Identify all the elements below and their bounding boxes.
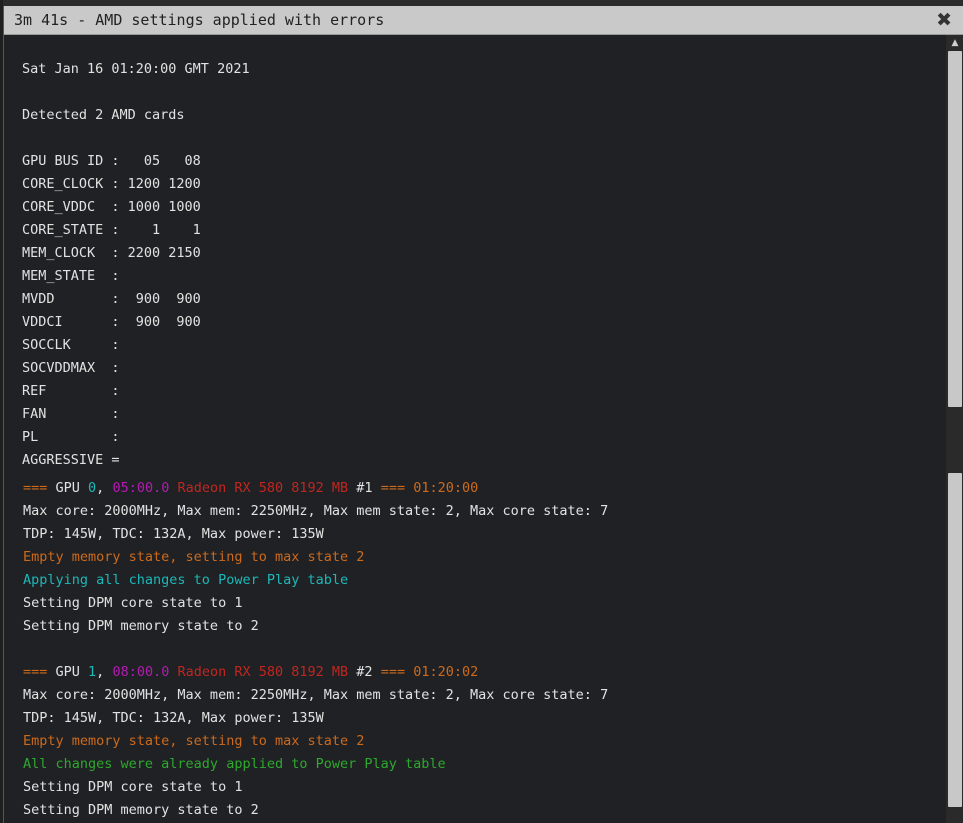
scroll-thumb-lower[interactable]: [948, 473, 962, 807]
gpu-number: #1: [348, 480, 381, 496]
gpu-comma: ,: [96, 480, 113, 496]
gpu-model: Radeon RX 580 8192 MB: [177, 480, 349, 496]
gpu-warning-line: Empty memory state, setting to max state…: [23, 733, 365, 749]
scroll-thumb-upper[interactable]: [948, 51, 962, 407]
log-detected-cards: Detected 2 AMD cards: [22, 107, 185, 123]
gpu-header-prefix: ===: [23, 480, 56, 496]
table-row: CORE_CLOCK : 1200 1200: [22, 176, 201, 192]
log-date: Sat Jan 16 01:20:00 GMT 2021: [22, 61, 250, 77]
gpu-model: Radeon RX 580 8192 MB: [177, 664, 349, 680]
gpu-header-sep: ===: [380, 480, 414, 496]
gpu-mem-state-line: Setting DPM memory state to 2: [23, 802, 259, 818]
table-row: MEM_STATE :: [22, 268, 120, 284]
gpu-word: GPU: [55, 480, 89, 496]
table-row: SOCCLK :: [22, 337, 120, 353]
close-icon[interactable]: ✖: [936, 8, 952, 32]
gpu-number: #2: [348, 664, 381, 680]
scroll-track[interactable]: [946, 51, 963, 823]
table-row: VDDCI : 900 900: [22, 314, 201, 330]
gpu-warning-line: Empty memory state, setting to max state…: [23, 549, 365, 565]
table-row: REF :: [22, 383, 120, 399]
gpu-core-state-line: Setting DPM core state to 1: [23, 595, 243, 611]
table-row: CORE_STATE : 1 1: [22, 222, 201, 238]
gpu-core-state-line: Setting DPM core state to 1: [23, 779, 243, 795]
table-row: GPU BUS ID : 05 08: [22, 153, 201, 169]
table-row: MEM_CLOCK : 2200 2150: [22, 245, 201, 261]
gpu-word: GPU: [55, 664, 89, 680]
gpu-time: 01:20:02: [413, 664, 479, 680]
table-row: MVDD : 900 900: [22, 291, 201, 307]
gpu-index: 1: [88, 664, 97, 680]
gpu-mem-state-line: Setting DPM memory state to 2: [23, 618, 259, 634]
gpu-header: === GPU 0, 05:00.0 Radeon RX 580 8192 MB…: [23, 479, 478, 497]
table-row: CORE_VDDC : 1000 1000: [22, 199, 201, 215]
table-row: SOCVDDMAX :: [22, 360, 120, 376]
gpu-header: === GPU 1, 08:00.0 Radeon RX 580 8192 MB…: [23, 663, 478, 681]
log-dialog: 3m 41s - AMD settings applied with error…: [3, 6, 963, 823]
log-output: Sat Jan 16 01:20:00 GMT 2021 Detected 2 …: [4, 35, 946, 823]
dialog-title: 3m 41s - AMD settings applied with error…: [14, 11, 385, 29]
gpu-tdp-line: TDP: 145W, TDC: 132A, Max power: 135W: [23, 526, 324, 542]
gpu-max-line: Max core: 2000MHz, Max mem: 2250MHz, Max…: [23, 687, 609, 703]
gpu-bus-id: 08:00.0: [112, 664, 170, 680]
table-row: FAN :: [22, 406, 120, 422]
gpu-bus-id: 05:00.0: [112, 480, 170, 496]
gpu-apply-line: All changes were already applied to Powe…: [23, 756, 446, 772]
gpu-apply-line: Applying all changes to Power Play table: [23, 572, 349, 588]
table-row: PL :: [22, 429, 120, 445]
gpu-tdp-line: TDP: 145W, TDC: 132A, Max power: 135W: [23, 710, 324, 726]
dialog-titlebar: 3m 41s - AMD settings applied with error…: [4, 6, 963, 35]
gpu-comma: ,: [96, 664, 113, 680]
gpu-max-line: Max core: 2000MHz, Max mem: 2250MHz, Max…: [23, 503, 609, 519]
gpu-header-sep: ===: [380, 664, 414, 680]
table-row: AGGRESSIVE =: [22, 452, 120, 468]
vertical-scrollbar[interactable]: ▲: [946, 35, 963, 823]
gpu-time: 01:20:00: [413, 480, 479, 496]
scroll-up-icon[interactable]: ▲: [946, 35, 963, 51]
gpu-header-prefix: ===: [23, 664, 56, 680]
scroll-gap: [946, 407, 963, 473]
gpu-index: 0: [88, 480, 97, 496]
